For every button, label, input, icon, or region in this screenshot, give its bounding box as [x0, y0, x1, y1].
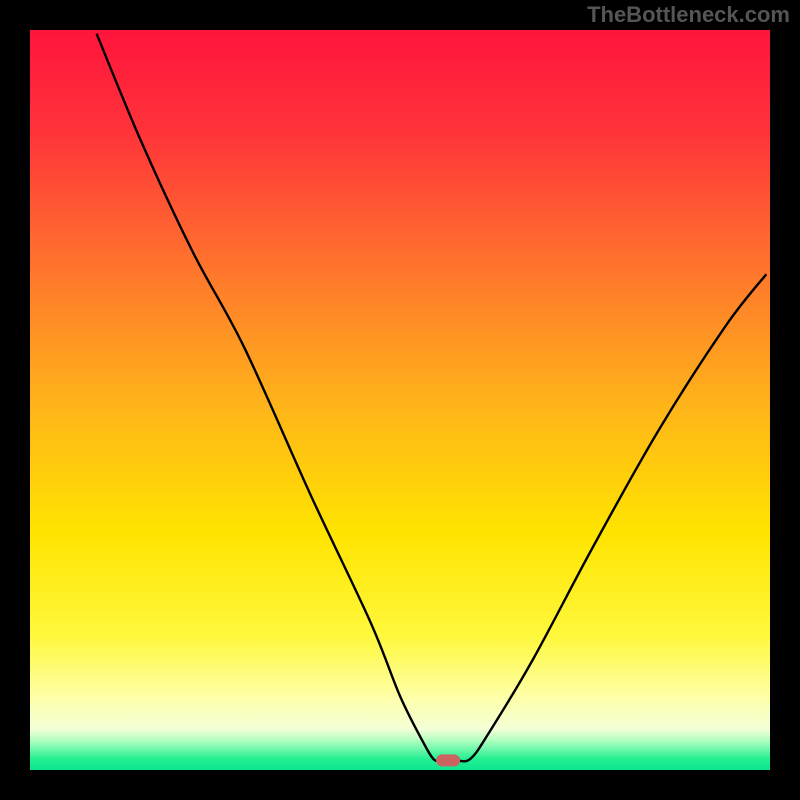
attribution-text: TheBottleneck.com — [587, 2, 790, 28]
bottleneck-chart — [0, 0, 800, 800]
optimal-marker — [436, 754, 460, 766]
chart-frame: TheBottleneck.com — [0, 0, 800, 800]
